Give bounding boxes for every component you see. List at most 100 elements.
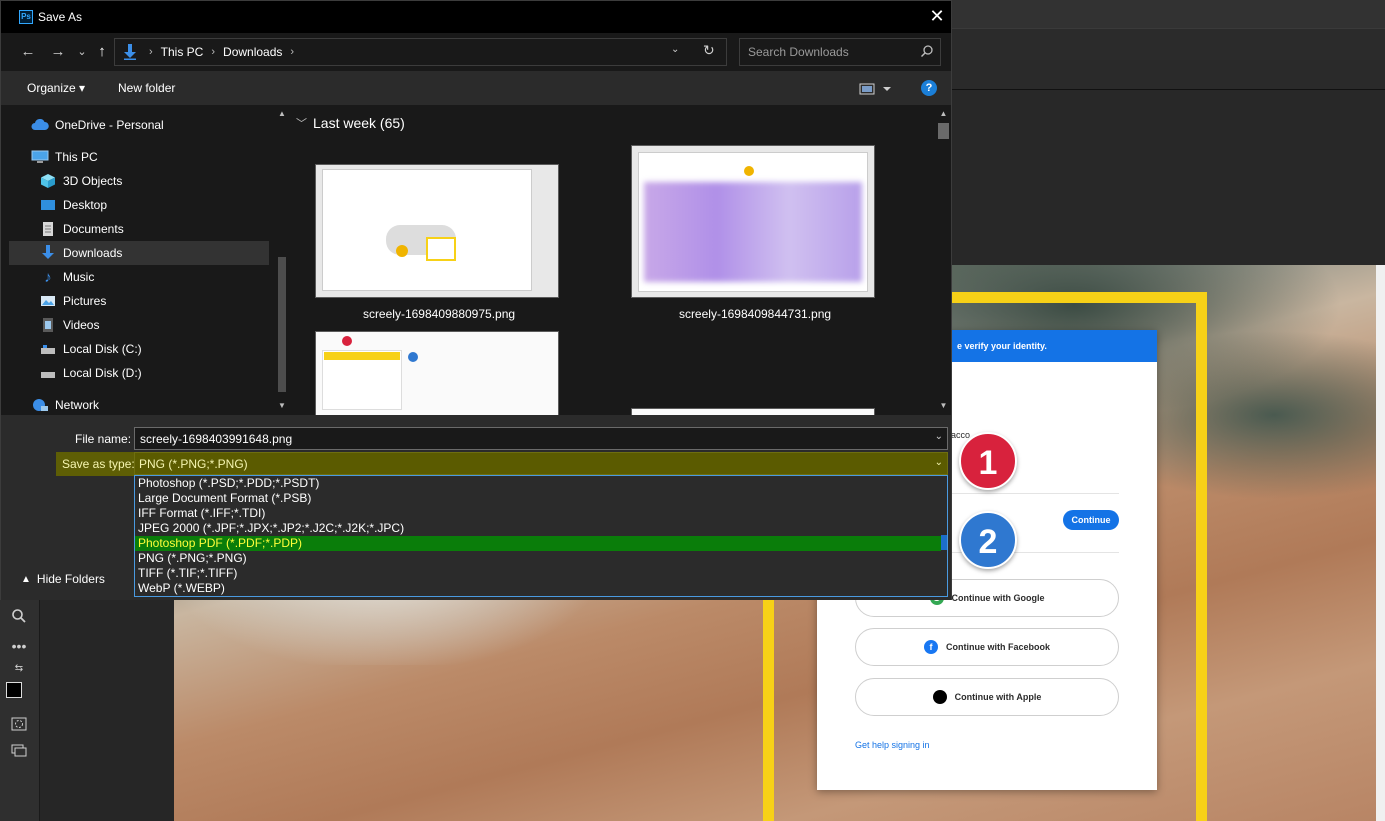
file-name-label[interactable]: screely-1698409844731.png — [605, 307, 905, 321]
nav-item-pictures[interactable]: Pictures — [39, 289, 277, 313]
photoshop-menubar — [952, 0, 1385, 28]
cube-icon — [39, 173, 57, 189]
save-type-selected-value: PNG (*.PNG;*.PNG) — [139, 457, 248, 471]
picture-icon — [39, 293, 57, 309]
scroll-up-arrow-icon[interactable]: ▲ — [936, 109, 951, 118]
nav-item-local-disk-d[interactable]: Local Disk (D:) — [39, 361, 277, 385]
apple-icon — [932, 690, 947, 704]
scroll-down-arrow-icon[interactable]: ▼ — [277, 401, 287, 410]
file-thumbnail-1[interactable] — [315, 164, 559, 298]
download-icon — [39, 245, 57, 261]
nav-item-label: Downloads — [63, 246, 123, 260]
screen: ••• ⇆ e verify your identity. acco Conti… — [0, 0, 1385, 821]
type-option-iff[interactable]: IFF Format (*.IFF;*.TDI) — [135, 506, 941, 521]
collapse-chevron-icon[interactable]: ﹀ — [296, 115, 307, 131]
help-icon[interactable]: ? — [921, 80, 937, 96]
scroll-up-arrow-icon[interactable]: ▲ — [277, 109, 287, 118]
up-arrow-icon[interactable]: ↑ — [91, 41, 113, 63]
new-folder-button[interactable]: New folder — [118, 81, 175, 95]
file-name-input[interactable] — [135, 428, 925, 449]
refresh-icon[interactable]: ↻ — [703, 42, 715, 59]
facebook-icon: f — [923, 640, 938, 654]
save-type-select[interactable]: PNG (*.PNG;*.PNG) ⌄ — [134, 452, 948, 475]
group-header[interactable]: ﹀ Last week (65) — [296, 115, 405, 131]
hide-folders-button[interactable]: ▲ Hide Folders — [21, 572, 105, 586]
zoom-tool-icon[interactable] — [8, 608, 30, 630]
photoshop-document-tabs — [952, 60, 1385, 90]
file-thumbnail-3[interactable] — [315, 331, 559, 415]
forward-arrow-icon[interactable]: → — [47, 41, 69, 63]
nav-item-downloads[interactable]: Downloads — [9, 241, 269, 265]
nav-item-3d-objects[interactable]: 3D Objects — [39, 169, 277, 193]
swap-colors-icon[interactable]: ⇆ — [8, 658, 30, 680]
apple-label: Continue with Apple — [954, 692, 1042, 702]
drive-icon — [39, 365, 57, 381]
nav-item-videos[interactable]: Videos — [39, 313, 277, 337]
scroll-down-arrow-icon[interactable]: ▼ — [936, 401, 951, 410]
download-location-icon — [119, 39, 141, 65]
account-text: acco — [951, 430, 971, 440]
search-box[interactable] — [739, 38, 941, 66]
nav-item-label: Network — [55, 398, 100, 412]
step-badge-2: 2 — [959, 511, 1017, 569]
change-view-button[interactable] — [859, 81, 895, 97]
nav-item-onedrive[interactable]: OneDrive - Personal — [31, 113, 277, 137]
chevron-down-icon[interactable]: ⌄ — [935, 457, 943, 468]
facebook-label: Continue with Facebook — [945, 642, 1050, 652]
address-bar[interactable]: › This PC › Downloads › ⌄ ↻ — [114, 38, 727, 66]
nav-item-desktop[interactable]: Desktop — [39, 193, 277, 217]
nav-item-this-pc[interactable]: This PC — [31, 145, 277, 169]
nav-item-music[interactable]: ♪ Music — [39, 265, 277, 289]
continue-with-facebook-button[interactable]: f Continue with Facebook — [855, 628, 1119, 666]
chevron-down-icon[interactable]: ⌄ — [935, 431, 943, 442]
breadcrumb-separator: › — [149, 46, 153, 58]
step-badge-1: 1 — [959, 432, 1017, 490]
back-arrow-icon[interactable]: ← — [17, 41, 39, 63]
nav-item-local-disk-c[interactable]: Local Disk (C:) — [39, 337, 277, 361]
more-tools-icon[interactable]: ••• — [8, 635, 30, 657]
computer-icon — [31, 149, 49, 165]
hide-folders-label: Hide Folders — [36, 572, 105, 586]
file-list-pane: ﹀ Last week (65) screely-1698409880975.p… — [288, 105, 951, 415]
scrollbar-thumb[interactable] — [938, 123, 949, 139]
help-signing-in-link[interactable]: Get help signing in — [855, 740, 930, 750]
organize-button[interactable]: Organize ▾ — [27, 81, 85, 95]
type-option-photoshop-pdf[interactable]: Photoshop PDF (*.PDF;*.PDP) — [135, 536, 941, 551]
address-dropdown-chevron-icon[interactable]: ⌄ — [671, 44, 679, 55]
photoshop-toolbar: ••• ⇆ — [0, 600, 40, 821]
quick-mask-icon[interactable] — [8, 715, 30, 737]
scrollbar-thumb[interactable] — [278, 257, 286, 392]
type-option-psd[interactable]: Photoshop (*.PSD;*.PDD;*.PSDT) — [135, 476, 941, 491]
nav-item-network[interactable]: Network — [31, 393, 277, 415]
recent-locations-chevron-icon[interactable]: ⌄ — [71, 41, 93, 63]
breadcrumb-downloads[interactable]: Downloads — [223, 45, 282, 59]
type-option-webp[interactable]: WebP (*.WEBP) — [135, 581, 941, 596]
screen-mode-icon[interactable] — [8, 742, 30, 764]
drive-icon — [39, 341, 57, 357]
file-name-label[interactable]: screely-1698409880975.png — [289, 307, 589, 321]
continue-with-apple-button[interactable]: Continue with Apple — [855, 678, 1119, 716]
nav-item-documents[interactable]: Documents — [39, 217, 277, 241]
breadcrumb-this-pc[interactable]: This PC — [161, 45, 204, 59]
save-type-dropdown-list: Photoshop (*.PSD;*.PDD;*.PSDT) Large Doc… — [134, 475, 948, 597]
type-option-tiff[interactable]: TIFF (*.TIF;*.TIFF) — [135, 566, 941, 581]
file-list-scrollbar[interactable]: ▲ ▼ — [936, 105, 951, 415]
video-icon — [39, 317, 57, 333]
save-as-dialog: Ps Save As ✕ ← → ⌄ ↑ › This PC › Downloa… — [0, 0, 952, 600]
continue-button[interactable]: Continue — [1063, 510, 1119, 530]
type-option-psb[interactable]: Large Document Format (*.PSB) — [135, 491, 941, 506]
file-name-combobox[interactable]: ⌄ — [134, 427, 948, 450]
type-option-jpeg2000[interactable]: JPEG 2000 (*.JPF;*.JPX;*.JP2;*.J2C;*.J2K… — [135, 521, 941, 536]
search-input[interactable] — [741, 40, 911, 64]
close-button[interactable]: ✕ — [923, 1, 951, 33]
file-thumbnail-4[interactable] — [631, 408, 875, 415]
list-selection-indicator — [941, 535, 947, 550]
nav-item-label: Documents — [63, 222, 124, 236]
navigation-scrollbar[interactable]: ▲ ▼ — [277, 105, 287, 415]
search-icon[interactable] — [920, 44, 934, 58]
photoshop-workspace — [952, 90, 1385, 265]
nav-item-label: OneDrive - Personal — [55, 118, 164, 132]
foreground-color-swatch[interactable] — [6, 682, 22, 698]
type-option-png[interactable]: PNG (*.PNG;*.PNG) — [135, 551, 941, 566]
file-thumbnail-2[interactable] — [631, 145, 875, 298]
